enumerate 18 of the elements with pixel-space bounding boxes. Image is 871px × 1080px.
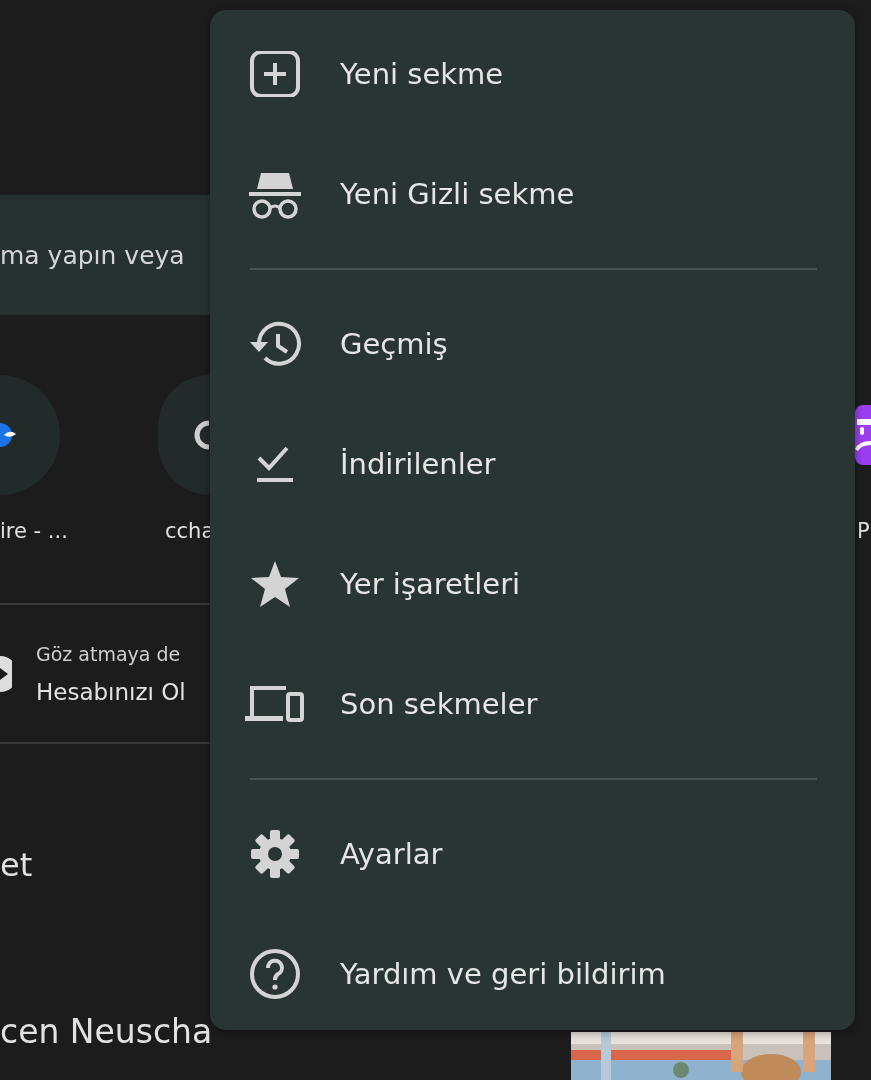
settings-icon (250, 829, 300, 879)
menu-item[interactable]: Yeni sekme (210, 14, 855, 134)
menu-item[interactable]: Ayarlar (210, 794, 855, 914)
check-download-icon (255, 444, 295, 484)
help-icon (249, 948, 301, 1000)
app-icon (855, 405, 871, 465)
devices-icon (244, 684, 306, 724)
menu-item[interactable]: Son sekmeler (210, 644, 855, 764)
new-tab-icon (249, 51, 301, 97)
shortcut-label: ire - ... (0, 519, 68, 543)
promo-title: Hesabınızı Ol (36, 678, 186, 705)
menu-item[interactable]: Yer işaretleri (210, 524, 855, 644)
promo-caption: Göz atmaya de (36, 642, 182, 665)
section-title: et (0, 846, 33, 884)
menu-item[interactable]: İndirilenler (210, 404, 855, 524)
shortcut-label: P (857, 519, 870, 543)
star-icon (250, 560, 300, 608)
history-icon (247, 320, 303, 368)
